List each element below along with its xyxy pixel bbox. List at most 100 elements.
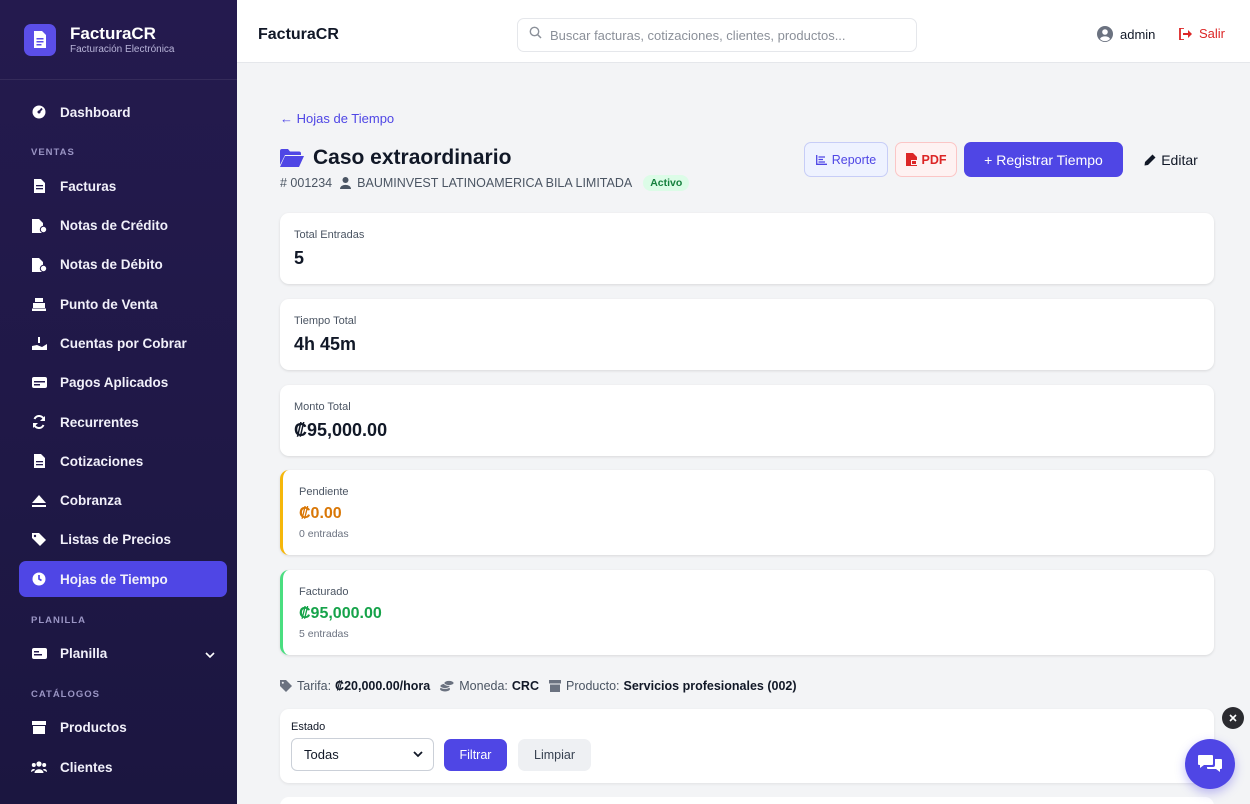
tag-icon xyxy=(280,680,292,692)
rate-value: ₡20,000.00/hora xyxy=(335,679,431,693)
sidebar-item-label: Recurrentes xyxy=(60,414,139,430)
logout-label: Salir xyxy=(1199,26,1226,41)
status-badge: Activo xyxy=(643,175,690,191)
sidebar-item-label: Dashboard xyxy=(60,104,131,120)
chevron-down-icon xyxy=(413,751,423,758)
sidebar-item-label: Cobranza xyxy=(60,493,122,509)
sidebar-nav: Dashboard VENTAS Facturas Notas de Crédi… xyxy=(0,80,237,785)
brand[interactable]: FacturaCR Facturación Electrónica xyxy=(0,0,237,80)
case-meta: Tarifa: ₡20,000.00/hora Moneda: CRC Prod… xyxy=(280,679,807,693)
stat-card-billed: Facturado ₡95,000.00 5 entradas xyxy=(280,570,1214,655)
sidebar-item-cotizaciones[interactable]: Cotizaciones xyxy=(19,443,227,479)
currency-info: Moneda: CRC xyxy=(440,679,539,693)
sidebar: FacturaCR Facturación Electrónica Dashbo… xyxy=(0,0,237,804)
sidebar-item-notas-credito[interactable]: Notas de Crédito xyxy=(19,208,227,244)
app-title: FacturaCR xyxy=(258,26,339,43)
report-label: Reporte xyxy=(831,152,877,167)
entries-table-card xyxy=(280,797,1214,804)
sidebar-item-clientes[interactable]: Clientes xyxy=(19,749,227,785)
main-content: ← Hojas de Tiempo Caso extraordinario # … xyxy=(237,63,1250,804)
chart-line-icon xyxy=(815,154,827,165)
stat-value: ₡0.00 xyxy=(299,505,342,522)
sidebar-item-label: Planilla xyxy=(60,646,108,662)
stat-label: Tiempo Total xyxy=(294,315,357,327)
id-card-icon xyxy=(31,646,47,662)
rate-label: Tarifa: xyxy=(297,679,332,693)
user-name: admin xyxy=(1120,26,1156,42)
chat-button[interactable] xyxy=(1185,739,1235,789)
sidebar-section-title: VENTAS xyxy=(31,147,75,159)
sidebar-item-dashboard[interactable]: Dashboard xyxy=(19,94,227,130)
case-title: Caso extraordinario xyxy=(313,146,512,169)
close-chat-button[interactable] xyxy=(1222,707,1244,729)
sidebar-item-label: Listas de Precios xyxy=(60,532,172,548)
currency-label: Moneda: xyxy=(459,679,508,693)
sync-icon xyxy=(31,414,47,430)
pdf-label: PDF xyxy=(921,152,947,167)
file-invoice-icon xyxy=(31,178,47,194)
sidebar-item-cuentas-cobrar[interactable]: Cuentas por Cobrar xyxy=(19,325,227,361)
sidebar-item-planilla[interactable]: Planilla xyxy=(19,636,227,672)
money-card-icon xyxy=(31,375,47,391)
status-select-value: Todas xyxy=(304,747,339,762)
topbar: FacturaCR admin Salir xyxy=(237,0,1250,63)
sidebar-item-productos[interactable]: Productos xyxy=(19,710,227,746)
box-icon xyxy=(549,680,561,692)
filter-panel: Estado Todas Filtrar Limpiar xyxy=(280,709,1214,783)
sidebar-item-label: Cotizaciones xyxy=(60,453,144,469)
rate-info: Tarifa: ₡20,000.00/hora xyxy=(280,679,430,693)
product-value: Servicios profesionales (002) xyxy=(623,679,797,693)
sidebar-item-notas-debito[interactable]: Notas de Débito xyxy=(19,247,227,283)
sidebar-item-label: Punto de Venta xyxy=(60,296,158,312)
tags-icon xyxy=(31,532,47,548)
pdf-button[interactable]: PDF xyxy=(895,142,957,177)
stat-label: Total Entradas xyxy=(294,229,365,241)
file-credit-icon xyxy=(31,218,47,234)
clear-button[interactable]: Limpiar xyxy=(518,739,591,771)
sidebar-item-pagos-aplicados[interactable]: Pagos Aplicados xyxy=(19,365,227,401)
stat-card-pending: Pendiente ₡0.00 0 entradas xyxy=(280,470,1214,555)
report-button[interactable]: Reporte xyxy=(804,142,888,177)
eject-icon xyxy=(31,493,47,509)
sign-out-icon xyxy=(1179,27,1192,40)
case-subline: # 001234 BAUMINVEST LATINOAMERICA BILA L… xyxy=(280,175,690,191)
client-name: BAUMINVEST LATINOAMERICA BILA LIMITADA xyxy=(357,176,633,190)
product-info: Producto: Servicios profesionales (002) xyxy=(549,679,797,693)
logout-link[interactable]: Salir xyxy=(1179,26,1225,41)
stat-card-total-amount: Monto Total ₡95,000.00 xyxy=(280,385,1214,456)
stat-value: ₡95,000.00 xyxy=(294,420,388,440)
edit-button[interactable]: Editar xyxy=(1131,142,1211,177)
clock-icon xyxy=(31,571,47,587)
folder-open-icon xyxy=(280,149,304,167)
sidebar-item-punto-venta[interactable]: Punto de Venta xyxy=(19,286,227,322)
sidebar-item-cobranza[interactable]: Cobranza xyxy=(19,483,227,519)
back-link[interactable]: ← Hojas de Tiempo xyxy=(280,111,394,126)
sidebar-item-hojas-tiempo[interactable]: Hojas de Tiempo xyxy=(19,561,227,598)
case-number: # 001234 xyxy=(280,176,333,190)
search-icon xyxy=(529,26,542,44)
cash-register-icon xyxy=(31,296,47,312)
sidebar-section-title: CATÁLOGOS xyxy=(31,688,100,700)
sidebar-item-label: Notas de Débito xyxy=(60,257,163,273)
stat-value: ₡95,000.00 xyxy=(299,605,382,622)
chevron-down-icon xyxy=(205,647,215,662)
sidebar-item-listas-precios[interactable]: Listas de Precios xyxy=(19,522,227,558)
search-input[interactable] xyxy=(550,27,900,43)
stat-value: 4h 45m xyxy=(294,334,357,354)
register-time-button[interactable]: + Registrar Tiempo xyxy=(964,142,1123,177)
file-pdf-icon xyxy=(905,153,917,166)
sidebar-item-label: Notas de Crédito xyxy=(60,218,169,234)
user-circle-icon xyxy=(1097,26,1113,42)
file-debit-icon xyxy=(31,257,47,273)
comments-icon xyxy=(1198,755,1222,772)
sidebar-item-label: Cuentas por Cobrar xyxy=(60,335,187,351)
sidebar-item-label: Facturas xyxy=(60,178,117,194)
search-box[interactable] xyxy=(517,18,917,52)
user-menu[interactable]: admin xyxy=(1097,26,1155,42)
filter-button[interactable]: Filtrar xyxy=(444,739,507,771)
status-select[interactable]: Todas xyxy=(291,738,434,771)
sidebar-item-recurrentes[interactable]: Recurrentes xyxy=(19,404,227,440)
sidebar-item-facturas[interactable]: Facturas xyxy=(19,168,227,204)
users-icon xyxy=(31,759,47,775)
hand-coin-icon xyxy=(31,335,47,351)
